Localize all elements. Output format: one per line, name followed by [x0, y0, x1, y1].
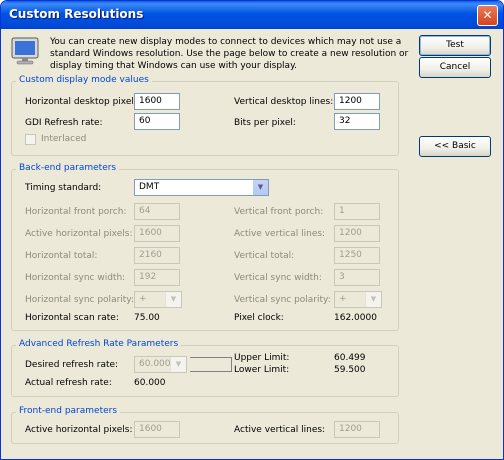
- chevron-down-icon: ▼: [170, 357, 186, 372]
- pixel-clock-value: 162.0000: [334, 313, 377, 323]
- desired-refresh-spinner[interactable]: 60.000 ▼: [134, 356, 187, 373]
- h-sync-polarity-dropdown[interactable]: + ▼: [134, 291, 182, 308]
- v-sync-polarity-value: +: [339, 294, 347, 304]
- h-desktop-pixels-label: Horizontal desktop pixels:: [25, 97, 142, 107]
- close-button[interactable]: ✕: [477, 5, 498, 26]
- h-total-label: Horizontal total:: [25, 251, 98, 261]
- v-sync-polarity-label: Vertical sync polarity:: [234, 295, 331, 305]
- frontend-active-v-input[interactable]: 1200: [334, 421, 380, 438]
- actual-refresh-value: 60.000: [134, 378, 166, 388]
- close-icon: ✕: [482, 8, 493, 22]
- frontend-active-v-label: Active vertical lines:: [234, 425, 326, 435]
- timing-standard-value: DMT: [139, 182, 160, 192]
- lower-limit-value: 59.500: [334, 365, 366, 375]
- frontend-legend: Front-end parameters: [16, 406, 121, 416]
- actual-refresh-label: Actual refresh rate:: [25, 378, 112, 388]
- upper-limit-label: Upper Limit:: [234, 353, 290, 363]
- timing-standard-dropdown[interactable]: DMT ▼: [134, 179, 269, 196]
- pixel-clock-label: Pixel clock:: [234, 313, 284, 323]
- interlaced-label: Interlaced: [41, 134, 87, 144]
- test-button[interactable]: Test: [419, 35, 491, 56]
- desired-refresh-label: Desired refresh rate:: [25, 360, 119, 370]
- v-sync-width-input[interactable]: 3: [334, 269, 380, 286]
- h-desktop-pixels-input[interactable]: 1600: [134, 93, 180, 110]
- v-desktop-lines-label: Vertical desktop lines:: [234, 97, 334, 107]
- v-sync-width-label: Vertical sync width:: [234, 273, 322, 283]
- h-sync-width-label: Horizontal sync width:: [25, 273, 126, 283]
- dialog-window: Custom Resolutions ✕ You can create new …: [0, 0, 504, 460]
- h-scan-rate-value: 75.00: [134, 313, 160, 323]
- window-title: Custom Resolutions: [9, 7, 144, 21]
- desired-refresh-value: 60.000: [139, 359, 171, 369]
- v-total-label: Vertical total:: [234, 251, 295, 261]
- v-desktop-lines-input[interactable]: 1200: [334, 93, 380, 110]
- active-v-lines-label: Active vertical lines:: [234, 229, 326, 239]
- chevron-down-icon: ▼: [252, 180, 268, 195]
- frontend-active-h-label: Active horizontal pixels:: [25, 425, 133, 435]
- v-total-input[interactable]: 1250: [334, 247, 380, 264]
- h-sync-polarity-label: Horizontal sync polarity:: [25, 295, 135, 305]
- upper-limit-value: 60.499: [334, 353, 366, 363]
- interlaced-checkbox[interactable]: [25, 134, 36, 145]
- timing-standard-label: Timing standard:: [25, 183, 102, 193]
- active-v-lines-input[interactable]: 1200: [334, 225, 380, 242]
- gdi-refresh-label: GDI Refresh rate:: [25, 118, 103, 128]
- gdi-refresh-input[interactable]: 60: [134, 113, 180, 130]
- title-bar[interactable]: Custom Resolutions ✕: [1, 1, 503, 29]
- h-front-porch-input[interactable]: 64: [134, 203, 180, 220]
- v-front-porch-label: Vertical front porch:: [234, 207, 324, 217]
- frontend-active-h-input[interactable]: 1600: [134, 421, 180, 438]
- active-h-pixels-label: Active horizontal pixels:: [25, 229, 133, 239]
- h-front-porch-label: Horizontal front porch:: [25, 207, 127, 217]
- custom-mode-legend: Custom display mode values: [16, 75, 152, 85]
- active-h-pixels-input[interactable]: 1600: [134, 225, 180, 242]
- lower-limit-label: Lower Limit:: [234, 365, 290, 375]
- bits-per-pixel-label: Bits per pixel:: [234, 118, 296, 128]
- intro-text: You can create new display modes to conn…: [50, 37, 409, 71]
- chevron-down-icon: ▼: [365, 292, 381, 307]
- backend-legend: Back-end parameters: [16, 163, 120, 173]
- v-front-porch-input[interactable]: 1: [334, 203, 380, 220]
- h-total-input[interactable]: 2160: [134, 247, 180, 264]
- cancel-button[interactable]: Cancel: [419, 57, 491, 78]
- basic-button[interactable]: << Basic: [419, 136, 491, 157]
- chevron-down-icon: ▼: [165, 292, 181, 307]
- h-sync-polarity-value: +: [139, 294, 147, 304]
- monitor-icon: [11, 37, 39, 65]
- bits-per-pixel-input[interactable]: 32: [334, 113, 380, 130]
- h-scan-rate-label: Horizontal scan rate:: [25, 313, 119, 323]
- v-sync-polarity-dropdown[interactable]: + ▼: [334, 291, 382, 308]
- limit-bracket: [190, 357, 232, 372]
- h-sync-width-input[interactable]: 192: [134, 269, 180, 286]
- advanced-refresh-legend: Advanced Refresh Rate Parameters: [16, 339, 182, 349]
